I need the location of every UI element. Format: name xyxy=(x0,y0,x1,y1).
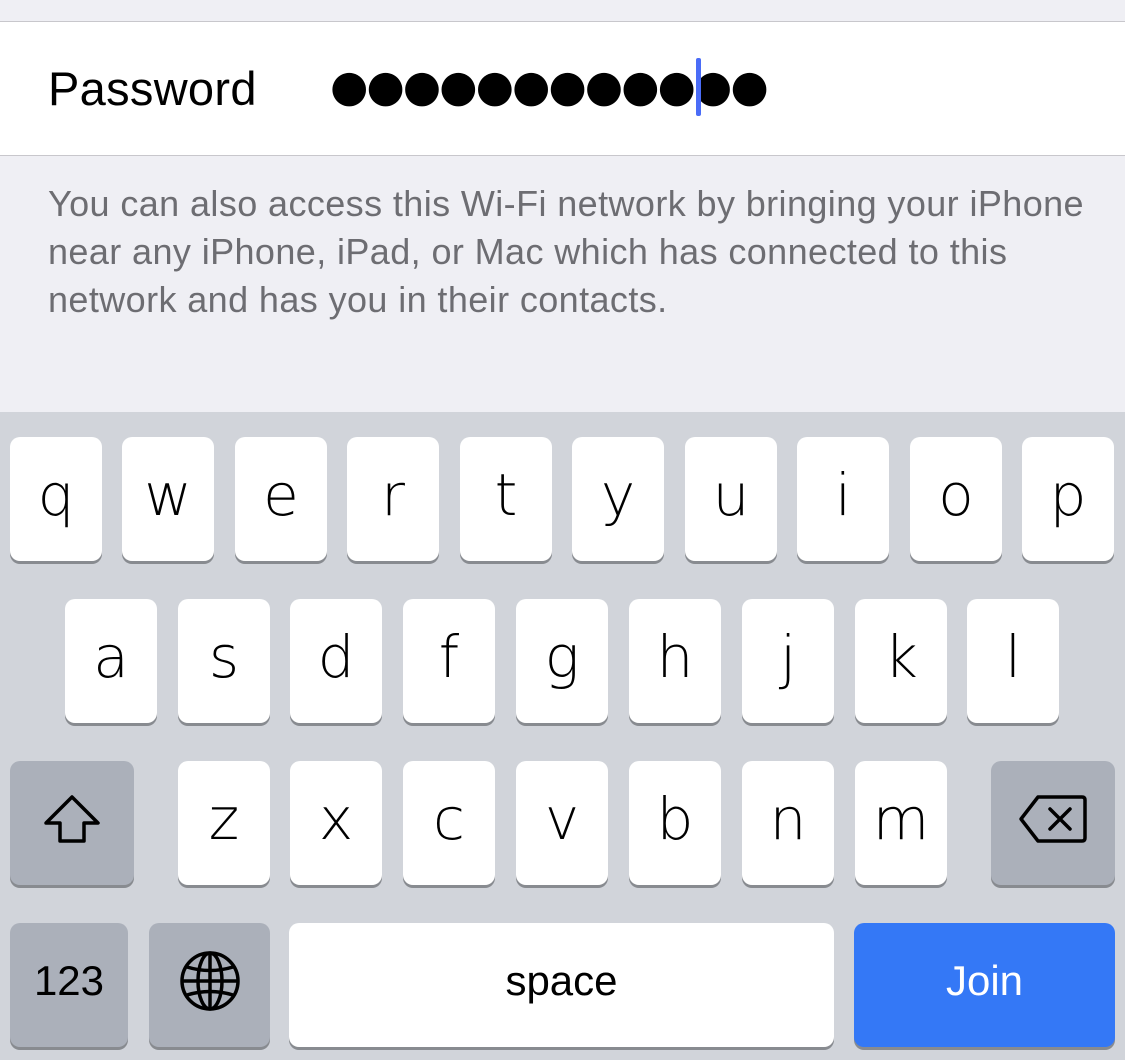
password-label: Password xyxy=(48,62,257,115)
key-w[interactable]: w xyxy=(122,437,214,561)
key-d[interactable]: d xyxy=(290,599,382,723)
key-u[interactable]: u xyxy=(685,437,777,561)
globe-icon xyxy=(179,951,240,1011)
key-r[interactable]: r xyxy=(347,437,439,561)
join-button[interactable]: Join xyxy=(854,923,1115,1047)
key-l[interactable]: l xyxy=(967,599,1059,723)
key-y[interactable]: y xyxy=(572,437,664,561)
password-masked-value: ●●●●●●●●●●●● xyxy=(330,61,769,112)
top-divider-strip xyxy=(0,0,1125,22)
network-share-note: You can also access this Wi-Fi network b… xyxy=(48,183,1084,320)
key-o[interactable]: o xyxy=(910,437,1002,561)
shift-key[interactable] xyxy=(10,761,134,885)
key-k[interactable]: k xyxy=(855,599,947,723)
key-z[interactable]: z xyxy=(178,761,270,885)
globe-key[interactable] xyxy=(149,923,270,1047)
key-m[interactable]: m xyxy=(855,761,947,885)
key-p[interactable]: p xyxy=(1022,437,1114,561)
key-a[interactable]: a xyxy=(65,599,157,723)
key-i[interactable]: i xyxy=(797,437,889,561)
key-f[interactable]: f xyxy=(403,599,495,723)
key-n[interactable]: n xyxy=(742,761,834,885)
key-q[interactable]: q xyxy=(10,437,102,561)
key-v[interactable]: v xyxy=(516,761,608,885)
backspace-icon xyxy=(1019,795,1087,843)
key-e[interactable]: e xyxy=(235,437,327,561)
text-cursor xyxy=(696,58,701,116)
key-x[interactable]: x xyxy=(290,761,382,885)
key-h[interactable]: h xyxy=(629,599,721,723)
password-row[interactable]: Password ●●●●●●●●●●●● xyxy=(0,22,1125,156)
key-j[interactable]: j xyxy=(742,599,834,723)
numbers-key[interactable]: 123 xyxy=(10,923,128,1047)
key-t[interactable]: t xyxy=(460,437,552,561)
key-s[interactable]: s xyxy=(178,599,270,723)
keyboard: q w e r t y u i o p a s d f g h j k l z … xyxy=(0,412,1125,1060)
shift-arrow-icon xyxy=(44,795,100,843)
key-c[interactable]: c xyxy=(403,761,495,885)
key-g[interactable]: g xyxy=(516,599,608,723)
delete-key[interactable] xyxy=(991,761,1115,885)
key-b[interactable]: b xyxy=(629,761,721,885)
space-key[interactable]: space xyxy=(289,923,834,1047)
password-input[interactable]: ●●●●●●●●●●●● xyxy=(330,56,1030,118)
